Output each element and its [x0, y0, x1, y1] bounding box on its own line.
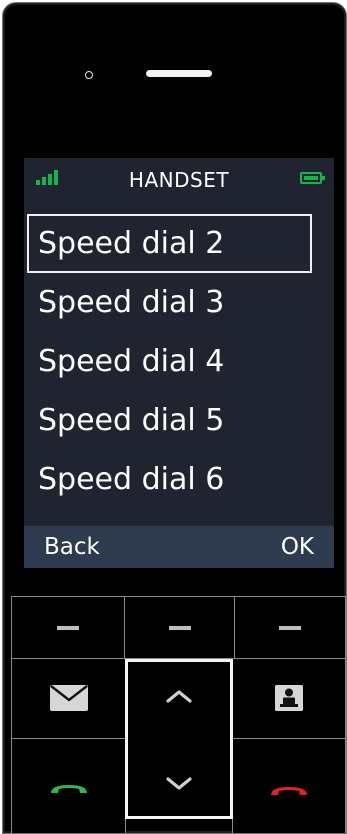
phone-call-icon: [50, 785, 87, 793]
envelope-icon: [49, 684, 88, 711]
contacts-button[interactable]: [232, 658, 346, 739]
softkey-left-button[interactable]: [11, 596, 125, 659]
status-bar: HANDSET: [24, 158, 334, 200]
contacts-icon: [275, 684, 303, 711]
camera-icon: [85, 71, 93, 79]
ok-softkey-label[interactable]: OK: [281, 532, 314, 562]
message-button[interactable]: [11, 658, 126, 739]
list-item-speed-dial-3[interactable]: Speed dial 3: [24, 273, 334, 332]
earpiece-speaker: [146, 70, 212, 77]
dash-icon: [57, 625, 79, 630]
keypad: [11, 596, 346, 833]
display-screen: HANDSET Speed dial 2 Speed dial 3 Speed …: [24, 158, 334, 568]
battery-full-icon: [300, 172, 325, 184]
softkey-right-button[interactable]: [234, 596, 346, 659]
list-item-speed-dial-6[interactable]: Speed dial 6: [24, 450, 334, 509]
list-item-speed-dial-5[interactable]: Speed dial 5: [24, 391, 334, 450]
softkey-middle-button[interactable]: [124, 596, 235, 659]
chevron-up-icon[interactable]: [164, 688, 194, 704]
back-softkey-label[interactable]: Back: [44, 532, 100, 562]
list-item-speed-dial-4[interactable]: Speed dial 4: [24, 332, 334, 391]
end-call-button[interactable]: [232, 738, 346, 833]
phone-end-icon: [271, 787, 307, 795]
dash-icon: [279, 625, 301, 630]
screen-title: HANDSET: [128, 168, 230, 192]
phone-body: HANDSET Speed dial 2 Speed dial 3 Speed …: [2, 2, 347, 834]
navigation-pad[interactable]: [125, 659, 233, 819]
call-button[interactable]: [11, 738, 126, 833]
dash-icon: [168, 625, 191, 630]
speed-dial-list: Speed dial 2 Speed dial 3 Speed dial 4 S…: [24, 214, 334, 509]
list-item-speed-dial-2[interactable]: Speed dial 2: [27, 214, 312, 273]
softkey-bar: Back OK: [24, 526, 334, 568]
chevron-down-icon[interactable]: [164, 776, 194, 792]
